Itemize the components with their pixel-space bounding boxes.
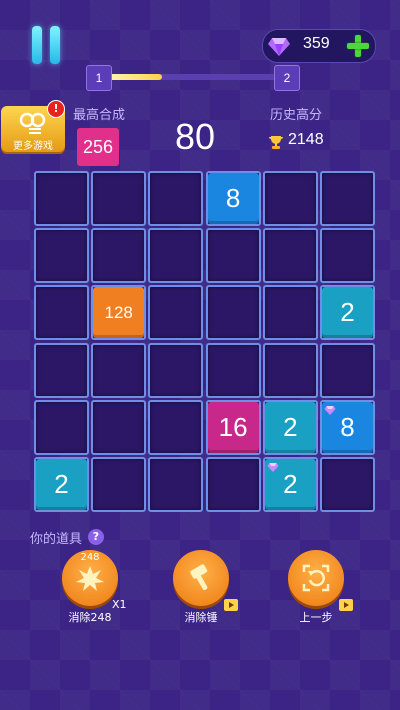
hammer-button[interactable] <box>173 550 229 606</box>
board-cell[interactable] <box>262 342 318 398</box>
number-tile[interactable]: 8 <box>207 173 259 224</box>
board-cell[interactable] <box>148 399 204 455</box>
board-cell[interactable] <box>148 171 204 226</box>
game-board: 8 128 2 16 2 8 2 2 <box>34 171 376 513</box>
level-progress-bar <box>108 74 278 80</box>
tile-value: 128 <box>104 303 133 323</box>
pause-button[interactable] <box>30 26 64 66</box>
eliminate-248-count: X1 <box>112 598 127 611</box>
board-cell[interactable] <box>320 228 375 284</box>
more-games-label: 更多游戏 <box>13 141 53 152</box>
board-cell[interactable] <box>205 228 261 284</box>
undo-label: 上一步 <box>299 611 333 624</box>
tile-value: 8 <box>225 183 241 213</box>
diamond-icon <box>324 405 336 415</box>
number-tile[interactable]: 2 <box>322 287 373 339</box>
board-cell[interactable] <box>91 399 147 455</box>
board-cell[interactable] <box>320 342 375 398</box>
number-tile[interactable]: 2 <box>36 459 87 510</box>
notification-badge: ! <box>47 100 65 118</box>
level-next: 2 <box>274 65 300 91</box>
best-merge-label: 最高合成 <box>73 108 126 123</box>
history-high-label: 历史高分 <box>270 108 323 123</box>
number-tile[interactable]: 2 <box>264 459 316 510</box>
board-cell[interactable] <box>34 171 89 226</box>
board-cell[interactable] <box>148 457 204 512</box>
board-cell[interactable] <box>148 228 204 284</box>
best-merge-tile: 256 <box>77 128 119 166</box>
trophy-icon <box>269 136 283 149</box>
level-progress-fill <box>108 74 163 80</box>
tools-title: 你的道具 <box>30 532 83 547</box>
tile-value: 16 <box>218 411 248 442</box>
more-games-button[interactable]: 更多游戏 ! <box>1 100 65 152</box>
number-tile[interactable]: 16 <box>207 401 259 453</box>
tile-value: 2 <box>54 469 69 499</box>
tile-value: 8 <box>340 411 355 442</box>
undo-icon <box>302 564 330 592</box>
level-current: 1 <box>86 65 112 91</box>
help-icon[interactable]: ? <box>88 529 104 545</box>
number-tile[interactable]: 128 <box>93 287 145 339</box>
tile-value: 2 <box>283 411 298 442</box>
board-cell[interactable] <box>320 171 375 226</box>
board-cell[interactable] <box>148 342 204 398</box>
board-cell[interactable] <box>262 228 318 284</box>
eliminate-248-badge: 248 <box>80 552 100 563</box>
board-cell[interactable] <box>205 342 261 398</box>
video-ad-icon <box>224 599 238 611</box>
board-cell[interactable] <box>34 285 89 341</box>
board-cell[interactable] <box>34 399 89 455</box>
board-cell[interactable] <box>320 457 375 512</box>
number-tile[interactable]: 8 <box>322 401 373 453</box>
hammer-label: 消除锤 <box>184 611 218 624</box>
eliminate-248-label: 消除248 <box>68 611 112 624</box>
board-cell[interactable] <box>91 171 147 226</box>
history-high-value: 2148 <box>288 131 324 148</box>
board-cell[interactable] <box>34 228 89 284</box>
gem-counter: 359 <box>262 29 376 63</box>
gem-count: 359 <box>303 35 330 52</box>
diamond-icon <box>267 463 279 472</box>
tile-value: 2 <box>283 469 298 499</box>
board-cell[interactable] <box>91 457 147 512</box>
explosion-icon <box>76 566 104 591</box>
board-cell[interactable] <box>91 228 147 284</box>
undo-button[interactable] <box>288 550 344 606</box>
board-cell[interactable] <box>34 342 89 398</box>
add-gems-button[interactable] <box>345 33 371 59</box>
video-ad-icon <box>339 599 353 611</box>
current-score: 80 <box>174 116 216 157</box>
board-cell[interactable] <box>262 171 318 226</box>
hammer-icon <box>190 564 208 591</box>
eliminate-248-button[interactable]: 248 <box>62 550 118 606</box>
board-cell[interactable] <box>205 457 261 512</box>
board-cell[interactable] <box>205 285 261 341</box>
board-cell[interactable] <box>148 285 204 341</box>
tile-value: 2 <box>340 297 355 328</box>
number-tile[interactable]: 2 <box>264 401 316 453</box>
more-games-icon <box>19 112 46 134</box>
board-cell[interactable] <box>91 342 147 398</box>
board-cell[interactable] <box>262 285 318 341</box>
diamond-icon <box>268 38 290 56</box>
